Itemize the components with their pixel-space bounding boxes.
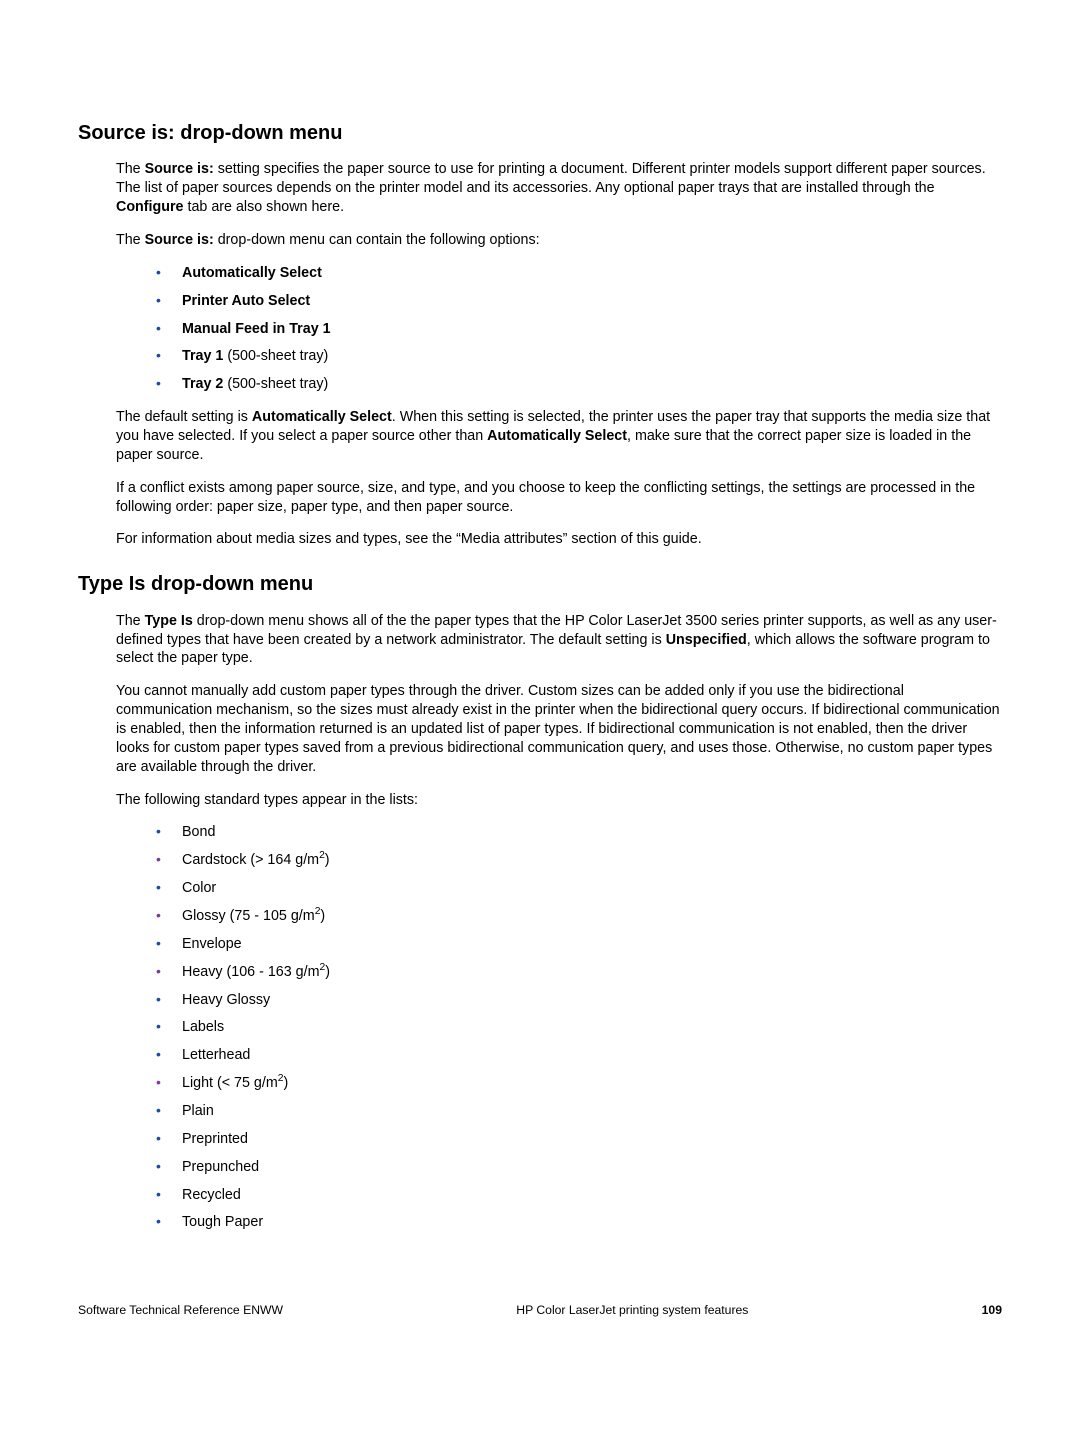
text: The (116, 613, 145, 629)
section1-p3: The default setting is Automatically Sel… (116, 408, 1002, 465)
source-options-list: Automatically Select Printer Auto Select M… (154, 264, 1002, 394)
list-item-bold: Manual Feed in Tray 1 (182, 321, 331, 337)
section1-p4: If a conflict exists among paper source,… (116, 479, 1002, 517)
text: The (116, 161, 145, 177)
list-item-text-post: ) (325, 852, 330, 868)
list-item-text: Heavy (106 - 163 g/m (182, 964, 319, 980)
text-bold: Unspecified (666, 632, 747, 648)
list-item: Envelope (154, 935, 1002, 954)
section2-p3: The following standard types appear in t… (116, 791, 1002, 810)
list-item: Automatically Select (154, 264, 1002, 283)
text: The default setting is (116, 409, 252, 425)
paper-types-list: Bond Cardstock (> 164 g/m2) Color Glossy (7… (154, 823, 1002, 1232)
section1-p5: For information about media sizes and ty… (116, 530, 1002, 549)
text-bold: Type Is (145, 613, 193, 629)
text-bold: Automatically Select (487, 428, 627, 444)
text: tab are also shown here. (184, 199, 345, 215)
list-item: Labels (154, 1018, 1002, 1037)
section2-p1: The Type Is drop-down menu shows all of … (116, 612, 1002, 669)
list-item: Glossy (75 - 105 g/m2) (154, 907, 1002, 926)
list-item: Light (< 75 g/m2) (154, 1074, 1002, 1093)
list-item: Heavy Glossy (154, 991, 1002, 1010)
list-item-bold: Tray 2 (182, 376, 223, 392)
text: drop-down menu can contain the following… (214, 232, 540, 248)
section1-p2: The Source is: drop-down menu can contai… (116, 231, 1002, 250)
list-item: Heavy (106 - 163 g/m2) (154, 963, 1002, 982)
list-item: Prepunched (154, 1158, 1002, 1177)
list-item: Letterhead (154, 1046, 1002, 1065)
list-item: Recycled (154, 1186, 1002, 1205)
list-item: Manual Feed in Tray 1 (154, 320, 1002, 339)
section1-p1: The Source is: setting specifies the pap… (116, 160, 1002, 217)
list-item-text-post: ) (325, 964, 330, 980)
list-item-rest: (500-sheet tray) (223, 348, 328, 364)
list-item: Preprinted (154, 1130, 1002, 1149)
text-bold: Source is: (145, 161, 214, 177)
list-item-bold: Automatically Select (182, 265, 322, 281)
list-item: Bond (154, 823, 1002, 842)
heading-source-is: Source is: drop-down menu (78, 120, 1002, 146)
list-item-text: Heavy Glossy (182, 992, 270, 1008)
list-item: Printer Auto Select (154, 292, 1002, 311)
list-item-text: Preprinted (182, 1131, 248, 1147)
text-bold: Configure (116, 199, 184, 215)
footer-center: HP Color LaserJet printing system featur… (283, 1302, 982, 1318)
list-item-text: Glossy (75 - 105 g/m (182, 908, 315, 924)
list-item-text: Letterhead (182, 1047, 250, 1063)
list-item-text: Prepunched (182, 1159, 259, 1175)
footer-left: Software Technical Reference ENWW (78, 1302, 283, 1318)
list-item: Color (154, 879, 1002, 898)
footer-page-number: 109 (982, 1302, 1002, 1318)
list-item-text: Bond (182, 824, 215, 840)
list-item-text: Envelope (182, 936, 242, 952)
list-item: Cardstock (> 164 g/m2) (154, 851, 1002, 870)
list-item-text: Recycled (182, 1187, 241, 1203)
list-item-bold: Printer Auto Select (182, 293, 310, 309)
list-item: Tough Paper (154, 1213, 1002, 1232)
text-bold: Automatically Select (252, 409, 392, 425)
section1-body: The Source is: setting specifies the pap… (116, 160, 1002, 549)
text-bold: Source is: (145, 232, 214, 248)
list-item-text: Labels (182, 1019, 224, 1035)
list-item-text: Tough Paper (182, 1214, 263, 1230)
list-item-text-post: ) (283, 1075, 288, 1091)
list-item-rest: (500-sheet tray) (223, 376, 328, 392)
list-item-text: Cardstock (> 164 g/m (182, 852, 319, 868)
list-item-text: Light (< 75 g/m (182, 1075, 278, 1091)
list-item-text-post: ) (320, 908, 325, 924)
page-footer: Software Technical Reference ENWW HP Col… (78, 1302, 1002, 1318)
list-item: Plain (154, 1102, 1002, 1121)
section2-p2: You cannot manually add custom paper typ… (116, 682, 1002, 776)
list-item: Tray 2 (500-sheet tray) (154, 375, 1002, 394)
heading-type-is: Type Is drop-down menu (78, 571, 1002, 597)
list-item-text: Plain (182, 1103, 214, 1119)
text: The (116, 232, 145, 248)
list-item-bold: Tray 1 (182, 348, 223, 364)
list-item-text: Color (182, 880, 216, 896)
text: setting specifies the paper source to us… (116, 161, 986, 196)
list-item: Tray 1 (500-sheet tray) (154, 347, 1002, 366)
section2-body: The Type Is drop-down menu shows all of … (116, 612, 1002, 1233)
